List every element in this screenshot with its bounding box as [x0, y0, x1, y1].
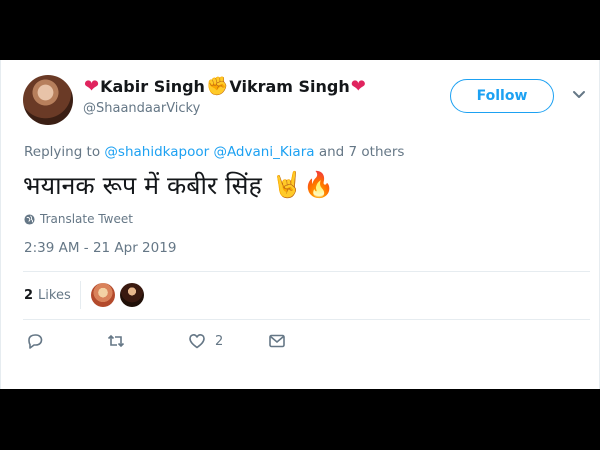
heart-emoji-2: ❤: [350, 76, 366, 97]
mention-link-1[interactable]: @shahidkapoor: [104, 144, 209, 160]
globe-icon: [24, 213, 35, 225]
divider: [23, 319, 590, 320]
envelope-icon: [269, 334, 285, 348]
like-button[interactable]: 2: [188, 332, 223, 350]
tweet-timestamp[interactable]: 2:39 AM - 21 Apr 2019: [24, 240, 176, 256]
direct-message-button[interactable]: [268, 332, 286, 350]
likes-number: 2: [24, 288, 34, 303]
avatar[interactable]: [23, 75, 73, 125]
chevron-down-icon[interactable]: [572, 90, 586, 100]
heart-icon: [189, 334, 205, 349]
tweet-text-body: भयानक रूप में कबीर सिंह: [23, 171, 262, 200]
reply-suffix[interactable]: and 7 others: [319, 144, 405, 160]
retweet-icon: [107, 334, 125, 348]
display-name[interactable]: ❤ Kabir Singh ✊ Vikram Singh ❤: [83, 76, 367, 97]
liker-avatar[interactable]: [91, 283, 115, 307]
like-count: 2: [215, 333, 224, 349]
retweet-button[interactable]: [107, 332, 125, 350]
mention-link-2[interactable]: @Advani_Kiara: [213, 144, 314, 160]
divider-vertical: [80, 281, 81, 309]
tweet-text: भयानक रूप में कबीर सिंह 🤘🔥: [23, 168, 334, 202]
reply-context: Replying to @shahidkapoor @Advani_Kiara …: [24, 144, 404, 160]
liker-avatar[interactable]: [120, 283, 144, 307]
divider: [23, 271, 590, 272]
translate-label: Translate Tweet: [40, 212, 133, 226]
fist-emoji: ✊: [205, 76, 229, 97]
user-handle[interactable]: @ShaandaarVicky: [83, 101, 200, 116]
translate-tweet-link[interactable]: Translate Tweet: [24, 212, 133, 226]
display-name-part2: Vikram Singh: [229, 77, 350, 96]
likes-label: Likes: [38, 288, 71, 303]
reply-prefix: Replying to: [24, 144, 101, 160]
heart-emoji: ❤: [84, 76, 100, 97]
tweet-card: ❤ Kabir Singh ✊ Vikram Singh ❤ @Shaandaa…: [0, 60, 600, 389]
follow-button[interactable]: Follow: [450, 79, 554, 113]
tweet-emojis: 🤘🔥: [271, 170, 335, 199]
likes-count[interactable]: 2 Likes: [24, 288, 71, 303]
reply-button[interactable]: [26, 332, 44, 350]
display-name-part1: Kabir Singh: [100, 77, 205, 96]
reply-icon: [28, 334, 43, 349]
